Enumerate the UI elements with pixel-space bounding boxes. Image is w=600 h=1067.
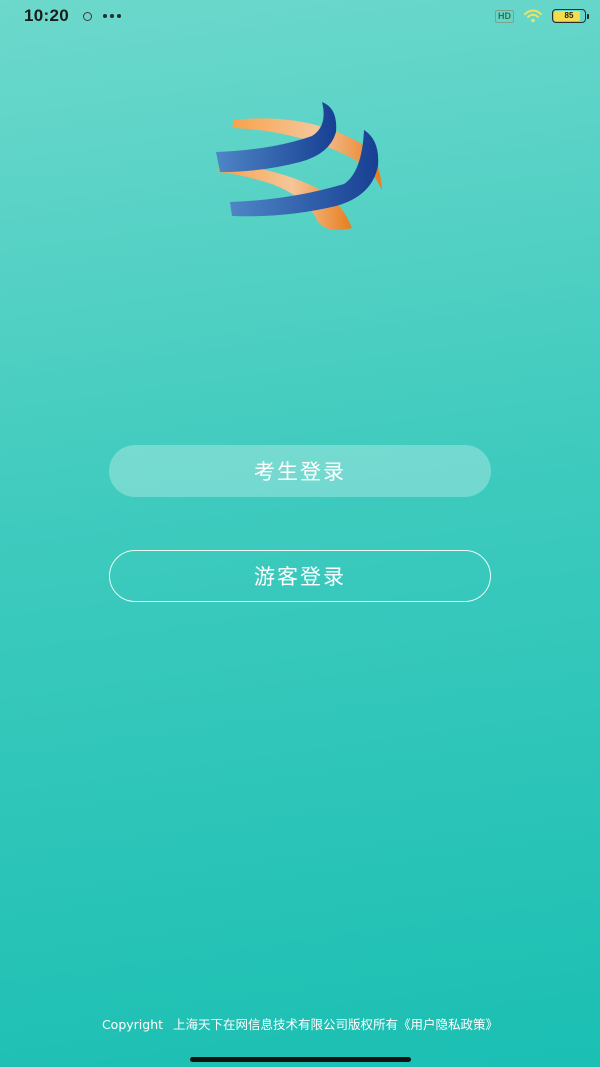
- footer: Copyright 上海天下在网信息技术有限公司版权所有《用户隐私政策》: [0, 1014, 600, 1033]
- battery-cap: [587, 14, 589, 19]
- more-icon: [102, 14, 121, 18]
- copyright-label: Copyright: [101, 1017, 164, 1032]
- battery-text: 85: [564, 11, 574, 20]
- status-right-group: HD 85: [495, 9, 589, 23]
- notification-dot-icon: [82, 11, 92, 21]
- status-bar: 10:20 HD 85: [0, 0, 600, 32]
- ribbon-logo-icon: [216, 102, 382, 230]
- hd-icon: HD: [495, 9, 514, 23]
- student-login-button[interactable]: 考生登录: [109, 445, 491, 497]
- home-indicator[interactable]: [190, 1057, 411, 1062]
- battery-icon: 85: [552, 9, 589, 23]
- privacy-policy-link[interactable]: 《用户隐私政策》: [398, 1017, 498, 1032]
- login-screen: 10:20 HD 85 考生登录 游客登录 Copyright 上海天下在网信息…: [0, 0, 600, 1067]
- guest-login-button[interactable]: 游客登录: [109, 550, 491, 602]
- status-time: 10:20: [24, 6, 69, 25]
- wifi-icon: [524, 9, 542, 23]
- company-name: 上海天下在网信息技术有限公司版权所有: [173, 1017, 399, 1032]
